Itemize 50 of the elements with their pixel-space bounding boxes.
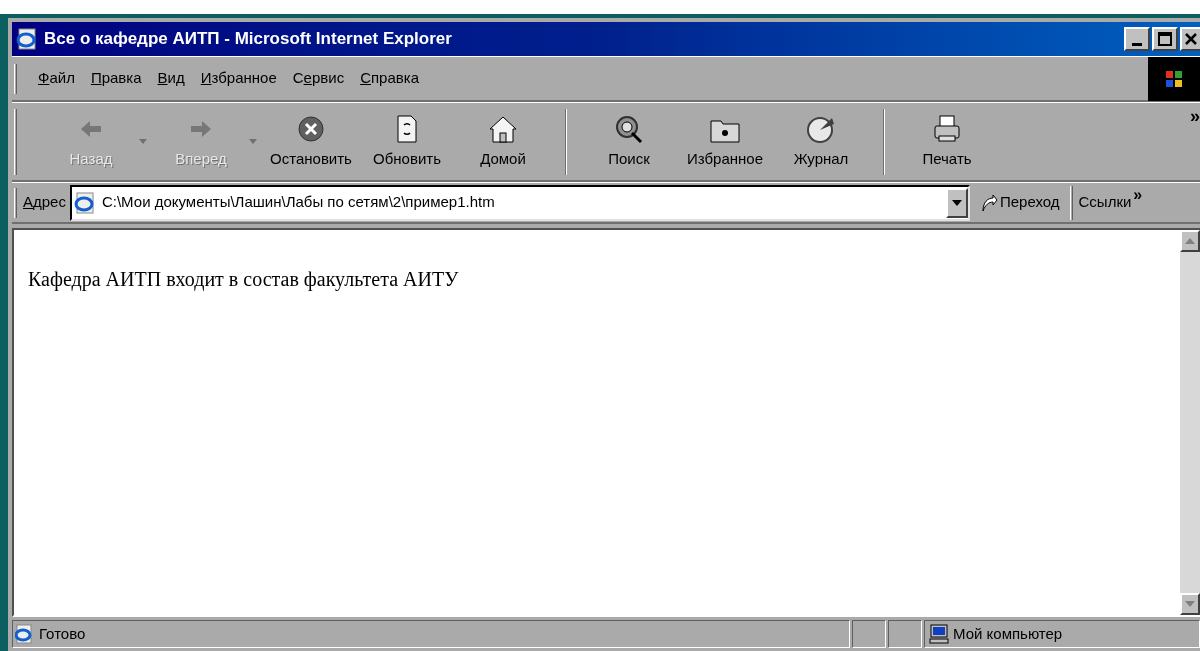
address-label: Адрес (23, 192, 66, 213)
menu-item[interactable]: Файл (31, 67, 82, 90)
scroll-up-button[interactable] (1180, 230, 1200, 252)
menu-item[interactable]: Сервис (285, 67, 352, 90)
house-icon (488, 114, 518, 144)
more-links-chevron[interactable]: » (1133, 183, 1143, 207)
toolbar-button[interactable]: Поиск (581, 108, 677, 175)
menu-item[interactable]: Вид (150, 67, 192, 90)
go-button[interactable]: Переход (979, 191, 1060, 214)
menu-item[interactable]: Избранное (193, 67, 284, 90)
toolbar-button[interactable]: Обновить (359, 108, 455, 175)
maximize-button[interactable] (1152, 27, 1178, 51)
minimize-button[interactable] (1124, 27, 1150, 51)
dropdown-button[interactable] (945, 187, 968, 218)
left-arrow-icon (79, 118, 103, 140)
browser-icon (16, 27, 38, 51)
curved-arrow-icon (979, 192, 998, 213)
refresh-icon (395, 114, 419, 144)
links-button[interactable]: Ссылки (1078, 191, 1132, 214)
down-triangle-icon (1185, 601, 1195, 607)
magnifier-icon (614, 114, 644, 144)
down-triangle-icon (951, 199, 962, 206)
close-button[interactable] (1180, 27, 1200, 51)
toolbar-button[interactable]: Домой (455, 108, 551, 175)
page-icon (73, 190, 96, 215)
status-panel: Готово (12, 620, 850, 648)
computer-icon (929, 624, 949, 644)
toolbar-button[interactable]: Печать (899, 108, 995, 175)
more-buttons-chevron[interactable]: » (1190, 103, 1200, 130)
status-panel (852, 620, 886, 648)
up-triangle-icon (1185, 238, 1195, 244)
clock-icon (806, 114, 836, 144)
toolbar-button[interactable]: Журнал (773, 108, 869, 175)
toolbar-button[interactable]: Остановить (263, 108, 359, 175)
stop-icon (297, 115, 325, 143)
vertical-scrollbar[interactable] (1180, 230, 1200, 615)
toolbar-button[interactable]: Избранное (677, 108, 773, 175)
right-arrow-icon (189, 118, 213, 140)
address-field[interactable]: C:\Мои документы\Лашин\Лабы по сетям\2\пример1.htm (69, 184, 970, 221)
status-panel (888, 620, 922, 648)
page-text: Кафедра АИТП входит в состав факультета АИТУ (28, 267, 460, 293)
page-icon (15, 624, 33, 644)
window-title: Все о кафедре АИТП - Microsoft Internet Explorer (44, 28, 452, 51)
scroll-down-button[interactable] (1180, 593, 1200, 615)
menu-item[interactable]: Справка (353, 67, 426, 90)
windows-logo-icon (1165, 69, 1183, 88)
printer-icon (932, 114, 962, 144)
zone-panel: Мой компьютер (924, 620, 1200, 648)
close-icon (1184, 32, 1198, 46)
menu-item[interactable]: Правка (83, 67, 149, 90)
